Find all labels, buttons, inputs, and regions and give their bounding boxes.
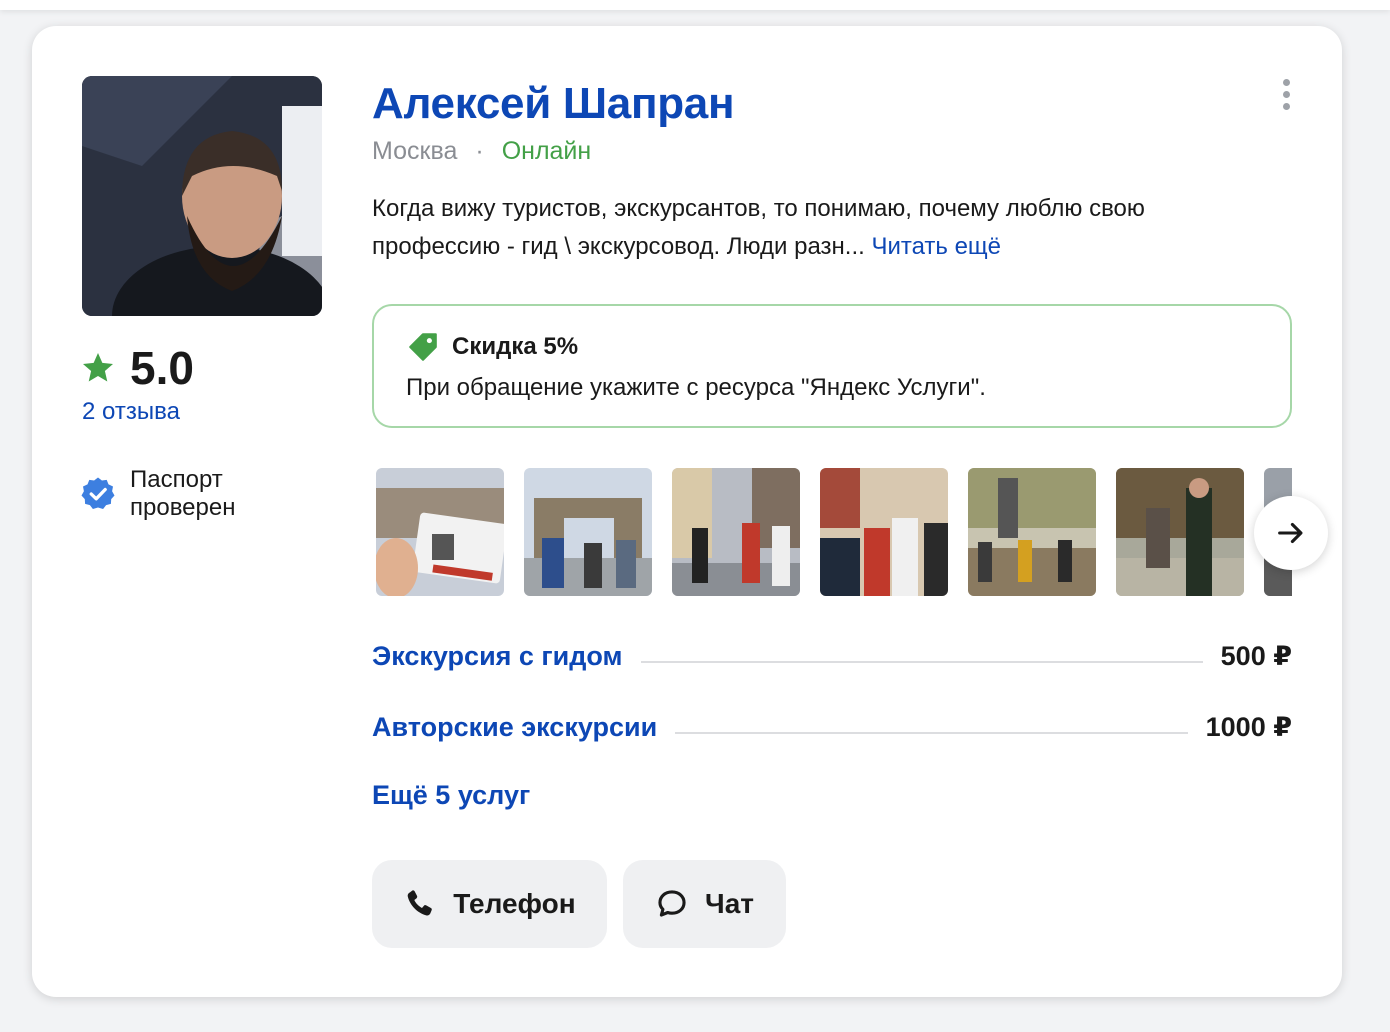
chat-icon — [658, 890, 686, 917]
service-row: Экскурсия с гидом 500 ₽ — [372, 636, 1292, 676]
photo-image — [968, 468, 1096, 596]
service-row: Авторские экскурсии 1000 ₽ — [372, 707, 1292, 747]
gallery-photo[interactable] — [524, 468, 652, 596]
passport-verified: Паспорт проверен — [80, 466, 270, 522]
avatar[interactable] — [82, 76, 322, 316]
gallery-photo[interactable] — [820, 468, 948, 596]
gallery-photo[interactable] — [968, 468, 1096, 596]
photo-image — [376, 468, 504, 596]
specialist-name[interactable]: Алексей Шапран — [372, 76, 735, 132]
phone-icon — [407, 890, 433, 916]
description-text: Когда вижу туристов, экскурсантов, то по… — [372, 195, 1145, 260]
service-name[interactable]: Авторские экскурсии — [372, 712, 657, 743]
service-name[interactable]: Экскурсия с гидом — [372, 641, 623, 672]
gallery-photo[interactable] — [1116, 468, 1244, 596]
gallery-photo[interactable] — [376, 468, 504, 596]
service-price: 1000 ₽ — [1205, 711, 1292, 742]
dotted-leader — [640, 661, 1203, 663]
dotted-leader — [675, 732, 1188, 734]
reviews-link[interactable]: 2 отзыва — [82, 398, 180, 426]
separator: · — [475, 137, 484, 165]
gallery-photo[interactable] — [672, 468, 800, 596]
avatar-photo — [82, 76, 322, 316]
dot — [1282, 102, 1290, 110]
discount-promo: Скидка 5% При обращение укажите с ресурс… — [372, 304, 1292, 428]
price-tag-icon — [409, 333, 437, 361]
more-services-link[interactable]: Ещё 5 услуг — [372, 780, 530, 811]
dot — [1282, 90, 1290, 98]
phone-button[interactable]: Телефон — [372, 860, 607, 948]
photo-image — [524, 468, 652, 596]
verified-badge-icon — [81, 477, 115, 509]
photo-image — [672, 468, 800, 596]
phone-button-label: Телефон — [453, 888, 576, 919]
gallery-next-button[interactable] — [1254, 496, 1328, 570]
specialist-card: 5.0 2 отзыва Паспорт проверен Алексей Ша… — [32, 26, 1342, 997]
rating-value: 5.0 — [130, 342, 194, 394]
photo-image — [820, 468, 948, 596]
star-icon — [83, 353, 113, 382]
verified-text: Паспорт проверен — [130, 466, 236, 521]
photo-image — [1116, 468, 1244, 596]
rating: 5.0 — [80, 342, 194, 394]
city: Москва — [372, 137, 458, 165]
location-status: Москва · Онлайн — [372, 134, 591, 168]
chat-button-label: Чат — [705, 888, 754, 919]
promo-title: Скидка 5% — [452, 333, 579, 360]
chat-button[interactable]: Чат — [623, 860, 786, 948]
description: Когда вижу туристов, экскурсантов, то по… — [372, 190, 1272, 266]
previous-card-edge — [0, 0, 1390, 10]
promo-text: При обращение укажите с ресурса "Яндекс … — [406, 374, 986, 401]
dot — [1282, 78, 1290, 86]
more-options-icon[interactable] — [1270, 74, 1302, 114]
read-more-link[interactable]: Читать ещё — [871, 233, 1001, 260]
service-price: 500 ₽ — [1220, 640, 1292, 671]
arrow-right-icon — [1278, 522, 1303, 544]
photo-gallery — [376, 468, 1292, 596]
online-status: Онлайн — [501, 137, 592, 165]
